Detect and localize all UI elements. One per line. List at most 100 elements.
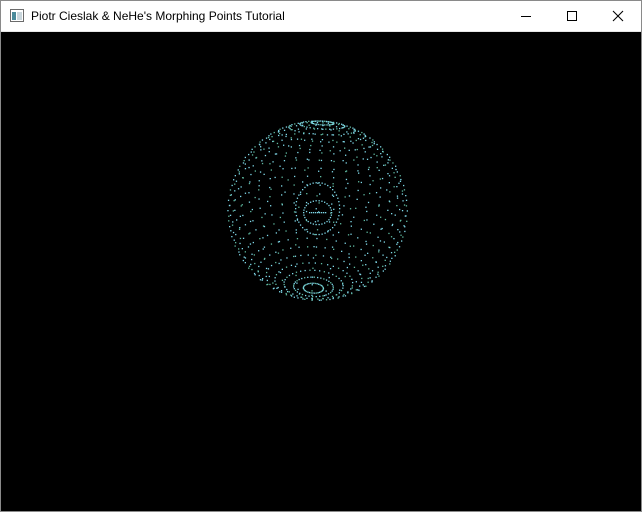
maximize-button[interactable] <box>549 1 595 31</box>
point <box>254 196 256 199</box>
point <box>290 146 292 148</box>
point <box>237 188 240 190</box>
point <box>330 256 332 258</box>
point <box>252 220 254 222</box>
point <box>329 216 332 219</box>
point <box>228 215 230 217</box>
point <box>308 283 310 285</box>
point <box>316 283 318 285</box>
point <box>270 169 272 171</box>
point <box>283 144 285 146</box>
point <box>229 226 231 228</box>
point <box>350 132 353 134</box>
point <box>249 220 252 223</box>
point <box>388 175 391 177</box>
point <box>379 240 382 242</box>
point <box>341 123 343 125</box>
point <box>264 213 266 215</box>
point <box>372 139 374 141</box>
point <box>387 209 389 211</box>
point <box>325 294 327 296</box>
point <box>311 290 313 292</box>
point <box>353 129 355 131</box>
point <box>343 293 345 296</box>
point <box>328 204 330 207</box>
point <box>317 182 319 184</box>
point <box>325 279 328 281</box>
point <box>315 246 318 248</box>
point <box>364 151 366 153</box>
minimize-button[interactable] <box>503 1 549 31</box>
point <box>298 194 300 196</box>
point <box>261 216 263 219</box>
point <box>293 283 295 285</box>
point <box>324 120 326 122</box>
point <box>251 253 253 255</box>
point <box>292 273 294 275</box>
point <box>298 144 301 147</box>
point <box>244 262 246 264</box>
point <box>376 143 378 146</box>
point <box>348 253 350 255</box>
point <box>262 278 264 280</box>
point <box>274 176 276 179</box>
point <box>337 267 340 269</box>
point <box>313 212 315 214</box>
point <box>369 137 371 139</box>
point <box>293 288 295 290</box>
point <box>283 221 285 223</box>
point <box>268 275 270 278</box>
point <box>398 182 400 184</box>
point <box>342 287 344 289</box>
point <box>336 122 338 124</box>
point <box>393 238 395 240</box>
point <box>307 291 309 293</box>
point <box>376 155 378 157</box>
point <box>342 160 344 162</box>
point <box>315 296 317 298</box>
point <box>285 126 288 128</box>
point <box>333 153 335 155</box>
point <box>386 256 388 259</box>
point <box>404 226 406 228</box>
point <box>375 261 377 263</box>
opengl-viewport[interactable] <box>1 32 641 511</box>
point <box>276 287 278 289</box>
point <box>329 268 332 270</box>
point <box>396 186 398 188</box>
point <box>272 161 274 163</box>
point <box>273 223 275 225</box>
point <box>281 185 283 187</box>
close-button[interactable] <box>595 1 641 31</box>
point <box>393 186 395 188</box>
point <box>302 262 304 264</box>
point <box>298 221 300 223</box>
point <box>349 208 352 210</box>
point <box>315 124 317 126</box>
point <box>338 204 341 206</box>
point <box>337 297 339 299</box>
point <box>341 250 343 252</box>
point <box>304 139 306 141</box>
point <box>318 182 320 184</box>
point <box>366 210 368 213</box>
point <box>230 230 232 232</box>
point <box>324 183 326 185</box>
point <box>266 279 268 282</box>
point <box>346 266 348 269</box>
point <box>317 298 319 300</box>
point <box>315 233 317 236</box>
point <box>269 283 271 286</box>
point <box>335 126 338 128</box>
point <box>268 135 270 137</box>
title-bar[interactable]: Piotr Cieslak & NeHe's Morphing Points T… <box>1 1 641 32</box>
point <box>329 124 331 126</box>
point <box>350 221 352 223</box>
point <box>338 201 340 203</box>
point <box>345 170 348 172</box>
point <box>273 131 275 134</box>
point <box>248 267 250 269</box>
point <box>278 262 280 265</box>
point <box>285 294 288 296</box>
point <box>391 167 393 169</box>
